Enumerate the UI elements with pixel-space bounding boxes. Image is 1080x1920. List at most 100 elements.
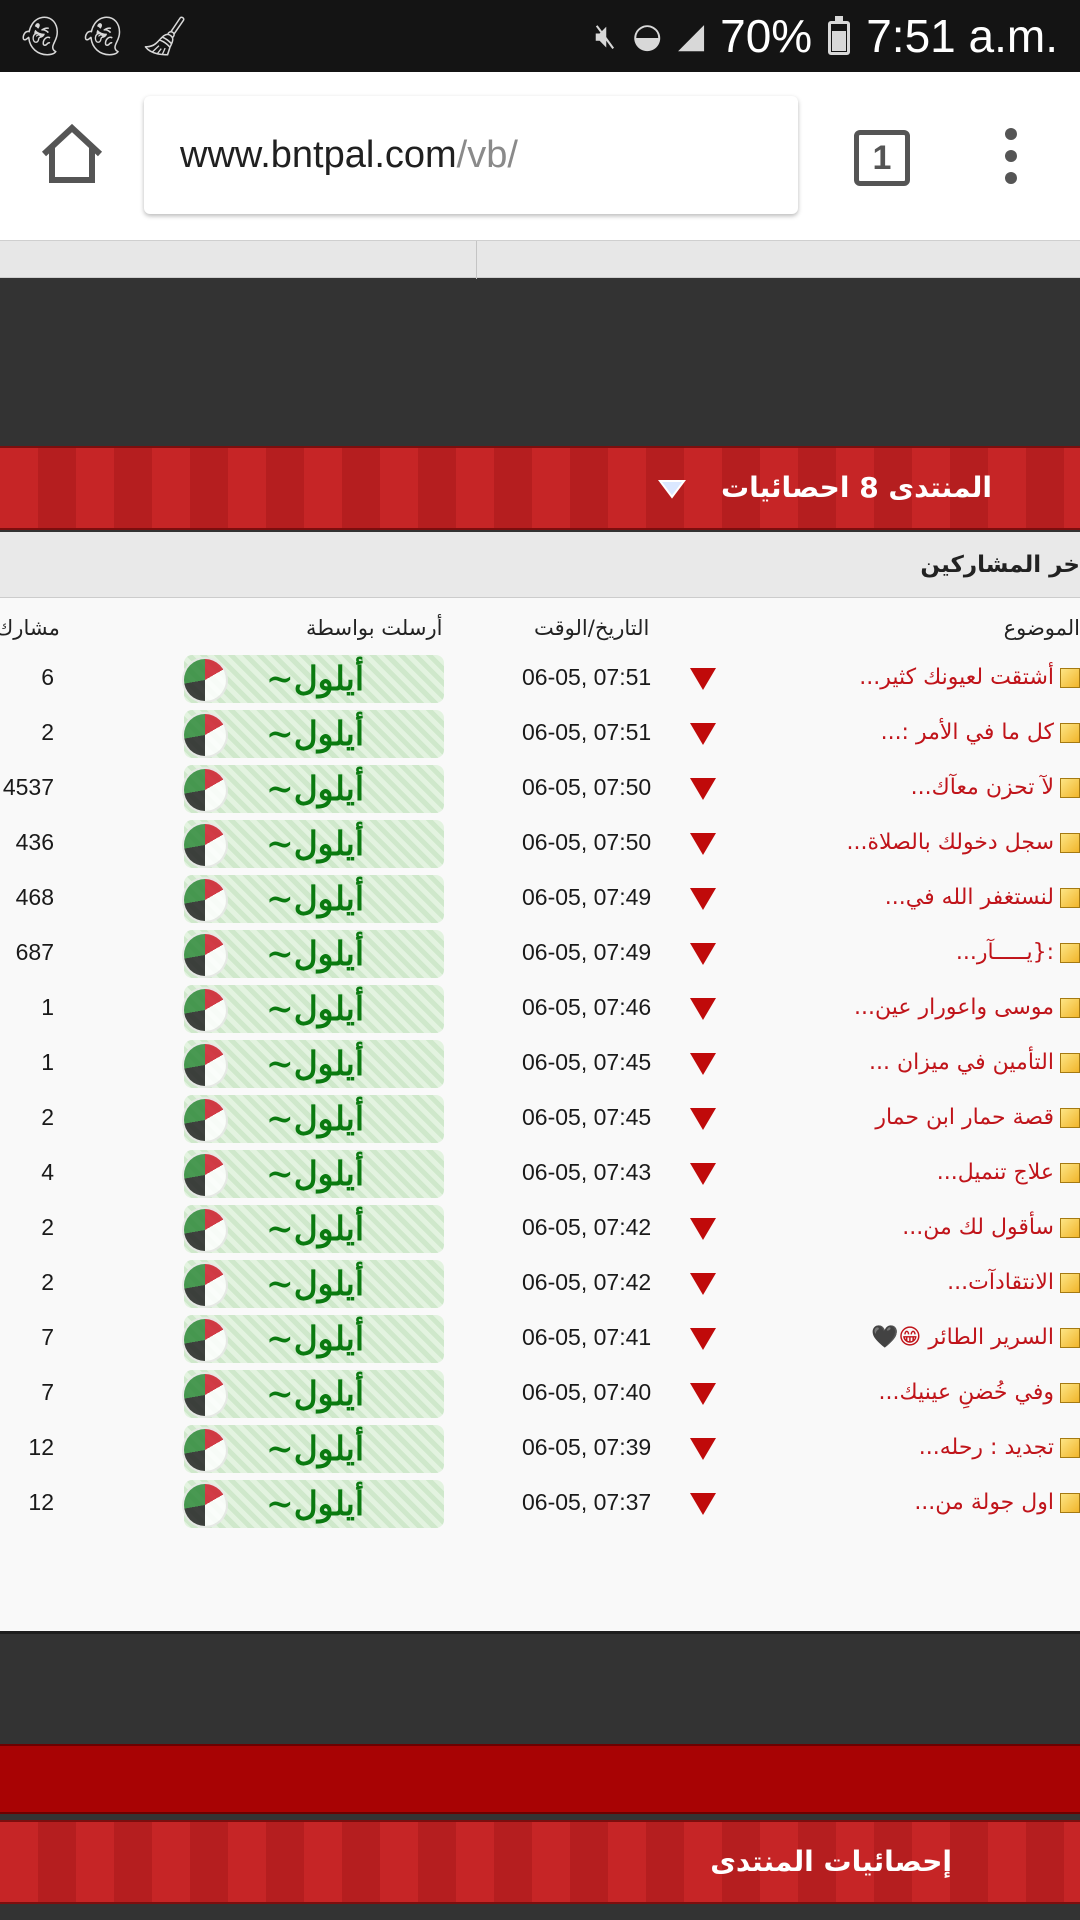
user-badge[interactable]: أيلول~ <box>184 1370 444 1418</box>
user-badge[interactable]: أيلول~ <box>184 1260 444 1308</box>
goto-last-post-icon[interactable] <box>690 1108 716 1130</box>
post-count: 2 <box>41 1269 54 1295</box>
mute-icon: 🔇︎ <box>594 16 617 56</box>
goto-last-post-icon[interactable] <box>690 1163 716 1185</box>
thread-icon <box>1060 667 1080 688</box>
thread-icon <box>1060 832 1080 853</box>
goto-last-post-icon[interactable] <box>690 1328 716 1350</box>
topic-link[interactable]: قصة حمار ابن حمار <box>875 1105 1054 1130</box>
topic-cell: تجديد : رحله... <box>919 1420 1080 1475</box>
user-badge[interactable]: أيلول~ <box>184 1205 444 1253</box>
goto-last-post-icon[interactable] <box>690 1383 716 1405</box>
topic-cell: لنستغفر الله في... <box>885 870 1080 925</box>
tab-switcher-button[interactable]: 1 <box>854 130 910 186</box>
thread-icon <box>1060 887 1080 908</box>
topic-link[interactable]: السرير الطائر 😁🖤 <box>871 1325 1054 1350</box>
user-badge[interactable]: أيلول~ <box>184 1480 444 1528</box>
topic-link[interactable]: التأمين في ميزان ... <box>869 1050 1054 1075</box>
user-badge[interactable]: أيلول~ <box>184 765 444 813</box>
topic-link[interactable]: الانتقادآت... <box>947 1270 1054 1295</box>
post-count: 2 <box>41 1104 54 1130</box>
clock: 7:51 a.m. <box>866 10 1058 62</box>
topic-cell: وفي خُضنِ عينيك... <box>879 1365 1080 1420</box>
table-row: :{يـــــآر... 06-05, 07:49 أيلول~ 687 <box>0 925 1080 980</box>
flag-icon <box>184 1484 226 1526</box>
broom-icon: 🧹︎ <box>140 14 189 58</box>
post-datetime: 06-05, 07:41 <box>522 1324 652 1350</box>
username: أيلول~ <box>266 769 364 808</box>
thread-icon <box>1060 1272 1080 1293</box>
post-datetime: 06-05, 07:49 <box>522 939 652 965</box>
post-datetime: 06-05, 07:42 <box>522 1214 652 1240</box>
topic-link[interactable]: وفي خُضنِ عينيك... <box>879 1380 1054 1405</box>
goto-last-post-icon[interactable] <box>690 778 716 800</box>
goto-last-post-icon[interactable] <box>690 1053 716 1075</box>
topic-cell: السرير الطائر 😁🖤 <box>871 1310 1080 1365</box>
user-badge[interactable]: أيلول~ <box>184 710 444 758</box>
username: أيلول~ <box>266 1484 364 1523</box>
snapchat-ghost-icon: 👻︎ <box>16 14 65 58</box>
user-badge[interactable]: أيلول~ <box>184 1150 444 1198</box>
table-row: التأمين في ميزان ... 06-05, 07:45 أيلول~ 1 <box>0 1035 1080 1090</box>
user-badge[interactable]: أيلول~ <box>184 985 444 1033</box>
address-bar[interactable]: www.bntpal.com/vb/ <box>144 96 798 214</box>
home-icon[interactable] <box>36 118 108 190</box>
goto-last-post-icon[interactable] <box>690 833 716 855</box>
topic-link[interactable]: كل ما في الأمر :... <box>881 720 1054 745</box>
goto-last-post-icon[interactable] <box>690 998 716 1020</box>
user-badge[interactable]: أيلول~ <box>184 1040 444 1088</box>
column-header-topic: الموضوع <box>1003 616 1080 640</box>
user-badge[interactable]: أيلول~ <box>184 655 444 703</box>
flag-icon <box>184 1319 226 1361</box>
goto-last-post-icon[interactable] <box>690 1493 716 1515</box>
user-badge[interactable]: أيلول~ <box>184 930 444 978</box>
snapchat-ghost-icon: 👻︎ <box>78 14 127 58</box>
table-row: السرير الطائر 😁🖤 06-05, 07:41 أيلول~ 7 <box>0 1310 1080 1365</box>
post-count: 12 <box>28 1434 54 1460</box>
topic-link[interactable]: أشتقت لعيونك كثير... <box>859 665 1054 690</box>
topic-link[interactable]: لآ تحزن معآك... <box>911 775 1054 800</box>
topic-link[interactable]: :{يـــــآر... <box>956 940 1054 965</box>
user-badge[interactable]: أيلول~ <box>184 1315 444 1363</box>
system-icons: 🔇︎ ◒ ◢ 70% 7:51 a.m. <box>595 8 1058 64</box>
user-badge[interactable]: أيلول~ <box>184 1095 444 1143</box>
goto-last-post-icon[interactable] <box>690 888 716 910</box>
post-count: 4537 <box>2 774 54 800</box>
topic-link[interactable]: سأقول لك من... <box>902 1215 1054 1240</box>
user-badge[interactable]: أيلول~ <box>184 820 444 868</box>
topic-cell: لآ تحزن معآك... <box>911 760 1080 815</box>
battery-icon <box>828 16 851 55</box>
goto-last-post-icon[interactable] <box>690 1273 716 1295</box>
username: أيلول~ <box>266 824 364 863</box>
topic-link[interactable]: سجل دخولك بالصلاة... <box>846 830 1054 855</box>
goto-last-post-icon[interactable] <box>690 723 716 745</box>
post-datetime: 06-05, 07:42 <box>522 1269 652 1295</box>
table-row: موسى واعورار عين... 06-05, 07:46 أيلول~ 1 <box>0 980 1080 1035</box>
column-header-datetime: التاريخ/الوقت <box>534 616 650 640</box>
topic-link[interactable]: علاج تنميل... <box>937 1160 1054 1185</box>
page-top-strip <box>0 240 1080 279</box>
user-badge[interactable]: أيلول~ <box>184 875 444 923</box>
goto-last-post-icon[interactable] <box>690 1218 716 1240</box>
topic-link[interactable]: لنستغفر الله في... <box>885 885 1054 910</box>
latest-posters-tab[interactable]: خر المشاركين <box>0 532 1080 598</box>
topic-link[interactable]: موسى واعورار عين... <box>854 995 1054 1020</box>
topic-link[interactable]: اول جولة من... <box>914 1490 1054 1515</box>
table-row: لآ تحزن معآك... 06-05, 07:50 أيلول~ 4537 <box>0 760 1080 815</box>
post-datetime: 06-05, 07:45 <box>522 1049 652 1075</box>
user-badge[interactable]: أيلول~ <box>184 1425 444 1473</box>
overflow-menu-icon[interactable] <box>996 128 1026 192</box>
table-row: لنستغفر الله في... 06-05, 07:49 أيلول~ 468 <box>0 870 1080 925</box>
topic-link[interactable]: تجديد : رحله... <box>919 1435 1054 1460</box>
flag-icon <box>184 1429 226 1471</box>
topic-cell: التأمين في ميزان ... <box>869 1035 1080 1090</box>
goto-last-post-icon[interactable] <box>690 668 716 690</box>
red-divider-band <box>0 1744 1080 1814</box>
thread-icon <box>1060 1162 1080 1183</box>
goto-last-post-icon[interactable] <box>690 943 716 965</box>
post-datetime: 06-05, 07:37 <box>522 1489 652 1515</box>
goto-last-post-icon[interactable] <box>690 1438 716 1460</box>
collapse-icon[interactable] <box>658 478 686 500</box>
table-row: علاج تنميل... 06-05, 07:43 أيلول~ 4 <box>0 1145 1080 1200</box>
browser-toolbar: www.bntpal.com/vb/ 1 <box>0 72 1080 240</box>
